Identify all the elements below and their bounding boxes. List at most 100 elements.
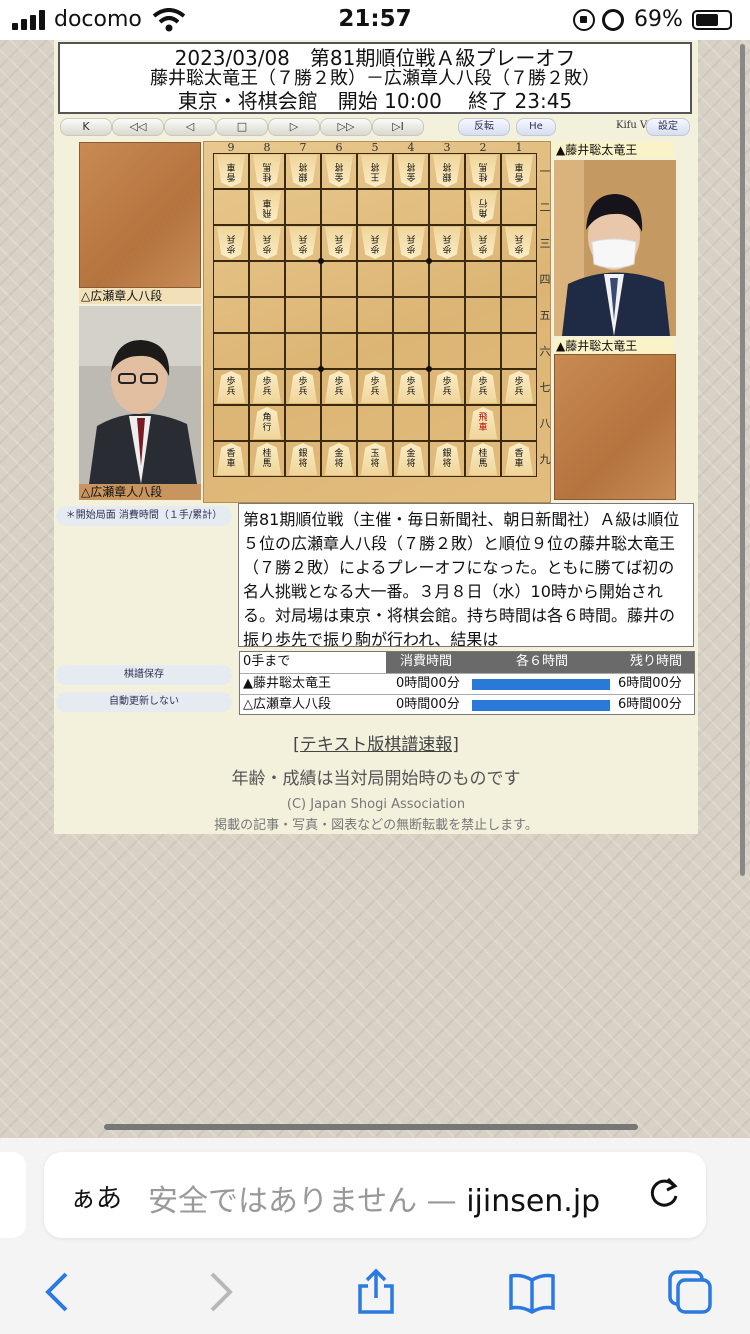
gote-piece[interactable]: 銀将 (433, 155, 461, 187)
board-square[interactable] (501, 189, 537, 225)
board-square[interactable] (213, 405, 249, 441)
sente-piece[interactable]: 香車 (505, 443, 533, 475)
board-square[interactable] (357, 405, 393, 441)
board-square[interactable] (465, 333, 501, 369)
save-kifu-button[interactable]: 棋譜保存 (56, 665, 232, 685)
board-square[interactable] (321, 189, 357, 225)
sente-piece[interactable]: 歩兵 (505, 371, 533, 403)
board-square[interactable] (213, 189, 249, 225)
sente-piece[interactable]: 香車 (217, 443, 245, 475)
board-square[interactable] (429, 405, 465, 441)
gote-piece[interactable]: 金将 (397, 155, 425, 187)
board-square[interactable] (321, 333, 357, 369)
gote-piece[interactable]: 歩兵 (325, 227, 353, 259)
board-square[interactable] (357, 333, 393, 369)
move-list-header[interactable]: ＊開始局面 消費時間（１手/累計） (56, 506, 232, 526)
board-square[interactable] (501, 333, 537, 369)
board-square[interactable] (501, 261, 537, 297)
board-square[interactable] (213, 297, 249, 333)
gote-piece[interactable]: 歩兵 (397, 227, 425, 259)
first-move-button[interactable]: K (60, 118, 112, 136)
board-square[interactable] (429, 333, 465, 369)
board-square[interactable] (321, 261, 357, 297)
sente-piece[interactable]: 玉将 (361, 443, 389, 475)
reload-icon[interactable] (644, 1174, 684, 1214)
board-square[interactable] (249, 333, 285, 369)
gote-piece[interactable]: 歩兵 (505, 227, 533, 259)
sente-piece[interactable]: 歩兵 (325, 371, 353, 403)
shogi-board[interactable]: 香車桂馬銀将金将王将金将銀将桂馬香車飛車角行歩兵歩兵歩兵歩兵歩兵歩兵歩兵歩兵歩兵… (203, 141, 551, 503)
gote-piece[interactable]: 香車 (505, 155, 533, 187)
back-icon[interactable] (34, 1268, 82, 1316)
sente-piece[interactable]: 金将 (397, 443, 425, 475)
board-square[interactable] (465, 261, 501, 297)
sente-piece[interactable]: 歩兵 (433, 371, 461, 403)
sente-piece[interactable]: 金将 (325, 443, 353, 475)
gote-piece[interactable]: 王将 (361, 155, 389, 187)
sente-piece[interactable]: 歩兵 (253, 371, 281, 403)
sente-piece[interactable]: 角行 (253, 407, 281, 439)
board-square[interactable] (285, 405, 321, 441)
gote-piece[interactable]: 歩兵 (289, 227, 317, 259)
gote-piece[interactable]: 歩兵 (469, 227, 497, 259)
sente-piece[interactable]: 歩兵 (217, 371, 245, 403)
sente-piece[interactable]: 歩兵 (361, 371, 389, 403)
share-icon[interactable] (352, 1268, 400, 1316)
flip-board-button[interactable]: 反転 (458, 118, 510, 136)
vertical-scrollbar[interactable] (740, 44, 745, 876)
board-square[interactable] (213, 333, 249, 369)
sente-piece[interactable]: 桂馬 (253, 443, 281, 475)
forward-icon[interactable] (196, 1268, 244, 1316)
gote-piece[interactable]: 香車 (217, 155, 245, 187)
board-square[interactable] (285, 333, 321, 369)
board-square[interactable] (285, 261, 321, 297)
stop-button[interactable]: □ (216, 118, 268, 136)
board-square[interactable] (357, 261, 393, 297)
gote-piece[interactable]: 角行 (469, 191, 497, 223)
board-square[interactable] (249, 297, 285, 333)
back-ten-button[interactable]: ◁◁ (112, 118, 164, 136)
gote-piece[interactable]: 銀将 (289, 155, 317, 187)
bookmarks-icon[interactable] (508, 1268, 556, 1316)
board-square[interactable] (213, 261, 249, 297)
sente-piece[interactable]: 歩兵 (289, 371, 317, 403)
board-square[interactable] (393, 333, 429, 369)
sente-piece[interactable]: 歩兵 (397, 371, 425, 403)
gote-piece[interactable]: 飛車 (253, 191, 281, 223)
back-one-button[interactable]: ◁ (164, 118, 216, 136)
address-bar[interactable]: ぁあ 安全ではありません — ijinsen.jp (44, 1152, 706, 1238)
he-button[interactable]: He (516, 118, 556, 136)
sente-piece[interactable]: 銀将 (433, 443, 461, 475)
url-text[interactable]: 安全ではありません — ijinsen.jp (148, 1176, 600, 1220)
board-square[interactable] (249, 261, 285, 297)
gote-piece[interactable]: 歩兵 (217, 227, 245, 259)
board-square[interactable] (321, 297, 357, 333)
board-square[interactable] (429, 297, 465, 333)
board-square[interactable] (321, 405, 357, 441)
board-square[interactable] (393, 189, 429, 225)
sente-piece[interactable]: 飛車 (469, 407, 497, 439)
forward-ten-button[interactable]: ▷▷ (320, 118, 372, 136)
gote-piece[interactable]: 歩兵 (433, 227, 461, 259)
board-square[interactable] (393, 261, 429, 297)
board-square[interactable] (393, 405, 429, 441)
page-settings-button[interactable]: ぁあ (70, 1178, 122, 1215)
board-square[interactable] (501, 297, 537, 333)
gote-piece[interactable]: 金将 (325, 155, 353, 187)
text-version-link[interactable]: [テキスト版棋譜速報] (54, 730, 698, 755)
board-square[interactable] (357, 189, 393, 225)
board-square[interactable] (429, 189, 465, 225)
board-square[interactable] (285, 189, 321, 225)
auto-update-toggle[interactable]: 自動更新しない (56, 692, 232, 712)
board-square[interactable] (393, 297, 429, 333)
board-square[interactable] (429, 261, 465, 297)
board-square[interactable] (465, 297, 501, 333)
forward-one-button[interactable]: ▷ (268, 118, 320, 136)
gote-piece[interactable]: 桂馬 (469, 155, 497, 187)
gote-piece[interactable]: 歩兵 (361, 227, 389, 259)
gote-piece[interactable]: 歩兵 (253, 227, 281, 259)
last-move-button[interactable]: ▷I (372, 118, 424, 136)
sente-piece[interactable]: 銀将 (289, 443, 317, 475)
previous-tab-peek[interactable] (0, 1152, 26, 1238)
board-square[interactable] (357, 297, 393, 333)
